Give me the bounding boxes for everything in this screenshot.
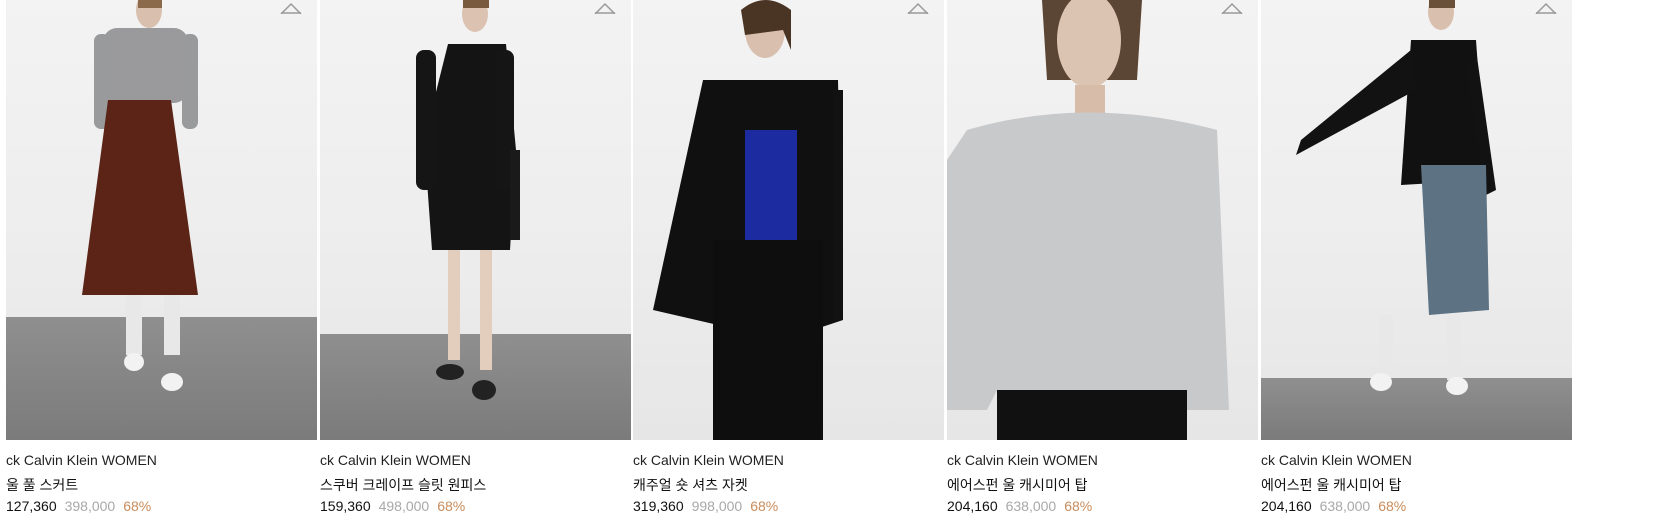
product-card[interactable]: ck Calvin Klein WOMEN 스쿠버 크레이프 슬릿 원피스 15… <box>320 0 631 518</box>
model-figure <box>653 0 843 440</box>
product-brand[interactable]: ck Calvin Klein WOMEN <box>947 452 1258 470</box>
discount-rate: 68% <box>750 498 779 514</box>
product-card[interactable]: ck Calvin Klein WOMEN 캐주얼 숏 셔츠 자켓 319,36… <box>633 0 944 518</box>
product-card[interactable]: ck Calvin Klein WOMEN 울 풀 스커트 127,360 398… <box>6 0 317 518</box>
product-image[interactable] <box>1261 0 1572 440</box>
product-image[interactable] <box>320 0 631 440</box>
original-price: 398,000 <box>64 498 116 514</box>
product-image[interactable] <box>633 0 944 440</box>
product-name[interactable]: 캐주얼 숏 셔츠 자켓 <box>633 475 944 493</box>
product-prices: 127,360 398,000 68% <box>6 498 317 518</box>
sale-price: 159,360 <box>320 498 371 514</box>
original-price: 638,000 <box>1319 498 1371 514</box>
wishlist-heart-icon[interactable] <box>1220 0 1244 14</box>
product-image[interactable] <box>6 0 317 440</box>
wishlist-heart-icon[interactable] <box>593 0 617 14</box>
wishlist-heart-icon[interactable] <box>1534 0 1558 14</box>
wishlist-heart-icon[interactable] <box>279 0 303 14</box>
model-figure <box>416 0 520 400</box>
original-price: 498,000 <box>378 498 430 514</box>
sale-price: 127,360 <box>6 498 57 514</box>
wishlist-heart-icon[interactable] <box>906 0 930 14</box>
discount-rate: 68% <box>1064 498 1093 514</box>
product-name[interactable]: 울 풀 스커트 <box>6 475 317 493</box>
discount-rate: 68% <box>123 498 152 514</box>
model-figure <box>82 0 198 391</box>
product-image[interactable] <box>947 0 1258 440</box>
product-brand[interactable]: ck Calvin Klein WOMEN <box>633 452 944 470</box>
product-card[interactable]: ck Calvin Klein WOMEN 에어스펀 울 캐시미어 탑 204,… <box>947 0 1258 518</box>
product-prices: 319,360 998,000 68% <box>633 498 944 518</box>
discount-rate: 68% <box>1378 498 1407 514</box>
discount-rate: 68% <box>437 498 466 514</box>
product-brand[interactable]: ck Calvin Klein WOMEN <box>320 452 631 470</box>
product-brand[interactable]: ck Calvin Klein WOMEN <box>1261 452 1572 470</box>
original-price: 998,000 <box>691 498 743 514</box>
model-figure <box>1296 0 1496 395</box>
product-name[interactable]: 에어스펀 울 캐시미어 탑 <box>1261 475 1572 493</box>
product-brand[interactable]: ck Calvin Klein WOMEN <box>6 452 317 470</box>
model-figure <box>947 0 1229 440</box>
product-card[interactable]: ck Calvin Klein WOMEN 에어스펀 울 캐시미어 탑 204,… <box>1261 0 1572 518</box>
product-prices: 204,160 638,000 68% <box>947 498 1258 518</box>
product-prices: 159,360 498,000 68% <box>320 498 631 518</box>
product-name[interactable]: 에어스펀 울 캐시미어 탑 <box>947 475 1258 493</box>
product-prices: 204,160 638,000 68% <box>1261 498 1572 518</box>
sale-price: 204,160 <box>1261 498 1312 514</box>
sale-price: 319,360 <box>633 498 684 514</box>
original-price: 638,000 <box>1005 498 1057 514</box>
product-grid: ck Calvin Klein WOMEN 울 풀 스커트 127,360 398… <box>0 0 1664 525</box>
sale-price: 204,160 <box>947 498 998 514</box>
product-name[interactable]: 스쿠버 크레이프 슬릿 원피스 <box>320 475 631 493</box>
